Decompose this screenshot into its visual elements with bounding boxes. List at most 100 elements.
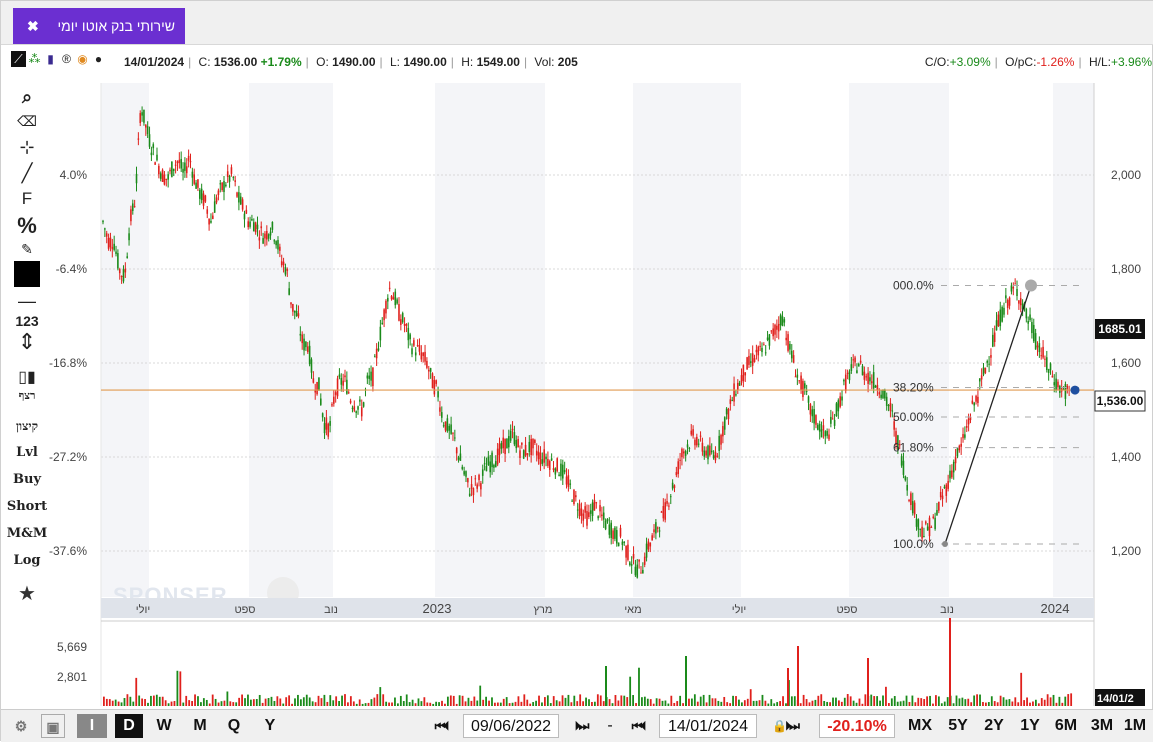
volume-bar [370, 699, 373, 706]
interval-q[interactable]: Q [221, 714, 247, 738]
candle-body [563, 469, 566, 473]
candle-body [774, 324, 776, 335]
candle-body [172, 168, 175, 171]
candle-body [671, 482, 674, 489]
candle-body [387, 297, 389, 302]
price-chart[interactable]: SPONSER2,0001,8001,6001,4001,2004.0%-6.4… [1, 1, 1153, 709]
candle-body [954, 457, 957, 464]
log-tool[interactable]: Log [5, 553, 49, 568]
candle-body [690, 430, 693, 435]
volume-bar [885, 686, 887, 706]
interval-i[interactable]: I [77, 714, 107, 738]
line-width-icon[interactable]: — [5, 291, 49, 312]
candle-body [325, 417, 328, 430]
volume-bar [752, 700, 755, 706]
volume-bar [846, 694, 849, 706]
volume-bar [632, 695, 634, 706]
short-tool[interactable]: Short [5, 499, 49, 514]
interval-m[interactable]: M [187, 714, 213, 738]
settings-icon[interactable]: ⚙ [9, 714, 33, 738]
zoom-icon[interactable]: ⌕ [5, 87, 49, 108]
line-tool-icon[interactable]: ╱ [5, 163, 49, 184]
volume-bar [499, 702, 502, 706]
start-date-field[interactable]: 09/06/2022 [463, 714, 559, 738]
volume-bar [188, 700, 191, 706]
candle-body [539, 452, 542, 465]
volume-bar [599, 695, 602, 706]
end-back-icon[interactable]: ⏮⏴ [619, 714, 657, 738]
volume-bar [673, 702, 676, 706]
color-picker[interactable] [5, 261, 49, 290]
star-icon[interactable]: ★ [5, 581, 49, 606]
volume-bar [667, 703, 670, 706]
volume-bar [320, 698, 323, 706]
save-icon[interactable]: ▣ [41, 714, 65, 738]
end-forward-icon[interactable]: 🔒⏵⏭ [759, 714, 811, 738]
candle-body [556, 458, 559, 472]
candle-body [102, 220, 104, 223]
candle-body [500, 442, 503, 449]
candle-body [152, 144, 155, 149]
extreme-tool[interactable]: קיצון [5, 419, 49, 434]
range-1y[interactable]: 1Y [1013, 714, 1047, 738]
volume-bar [840, 701, 843, 706]
candle-body [831, 418, 834, 420]
start-back-icon[interactable]: ⏮⏴ [423, 714, 459, 738]
range-6m[interactable]: 6M [1049, 714, 1083, 738]
candle-body [900, 456, 903, 466]
volume-bar [591, 701, 593, 706]
interval-y[interactable]: Y [257, 714, 283, 738]
range-1m[interactable]: 1M [1119, 714, 1151, 738]
mm-tool[interactable]: M&M [5, 526, 49, 541]
buy-tool[interactable]: Buy [5, 472, 49, 487]
sequence-tool[interactable]: רצף [5, 389, 49, 402]
candle-body [267, 234, 270, 239]
crosshair-icon[interactable]: ⊹ [5, 137, 49, 158]
candle-body [844, 374, 847, 392]
volume-bar [288, 695, 291, 706]
candle-body [854, 357, 856, 363]
hover-price-label: 1685.01 [1098, 322, 1142, 336]
candle-body [154, 162, 156, 165]
volume-bar [902, 700, 905, 706]
candle-body [290, 302, 292, 305]
candle-body [608, 524, 611, 535]
fibonacci-tool[interactable]: F [5, 189, 49, 209]
eraser-icon[interactable]: ⌫ [5, 113, 49, 130]
candle-body [716, 455, 719, 457]
volume-bar [649, 699, 652, 706]
interval-w[interactable]: W [151, 714, 177, 738]
volume-bar [911, 695, 914, 706]
candle-body [506, 438, 508, 449]
range-5y[interactable]: 5Y [941, 714, 975, 738]
range-2y[interactable]: 2Y [977, 714, 1011, 738]
lvl-tool[interactable]: Lvl [5, 445, 49, 460]
volume-bar [620, 695, 623, 706]
range-3m[interactable]: 3M [1085, 714, 1119, 738]
candle-body [874, 385, 877, 388]
candle-icon[interactable]: ▯▮ [5, 367, 49, 387]
percent-tool[interactable]: % [5, 213, 49, 239]
volume-bar [291, 703, 293, 706]
y-pct-label: 4.0% [60, 168, 88, 182]
volume-bar [935, 695, 937, 706]
volume-bar [179, 671, 182, 706]
number-tool[interactable]: 123 [5, 313, 49, 329]
start-forward-icon[interactable]: ⏵⏭ [563, 714, 599, 738]
measure-icon[interactable]: ⇕ [5, 329, 49, 355]
volume-tick-label: 2,801 [57, 670, 87, 684]
x-tick-label: 2023 [423, 601, 452, 616]
candle-body [1025, 308, 1028, 319]
volume-bar [808, 702, 811, 706]
candle-body [1064, 384, 1067, 399]
candle-body [200, 188, 203, 201]
candle-body [664, 502, 666, 520]
candle-body [714, 451, 717, 461]
candle-body [163, 174, 166, 185]
interval-d[interactable]: D [115, 714, 143, 738]
edit-icon[interactable]: ✎ [5, 241, 49, 258]
end-date-field[interactable]: 14/01/2024 [659, 714, 757, 738]
range-mx[interactable]: MX [903, 714, 937, 738]
volume-bar [464, 701, 467, 706]
volume-bar [646, 698, 649, 706]
